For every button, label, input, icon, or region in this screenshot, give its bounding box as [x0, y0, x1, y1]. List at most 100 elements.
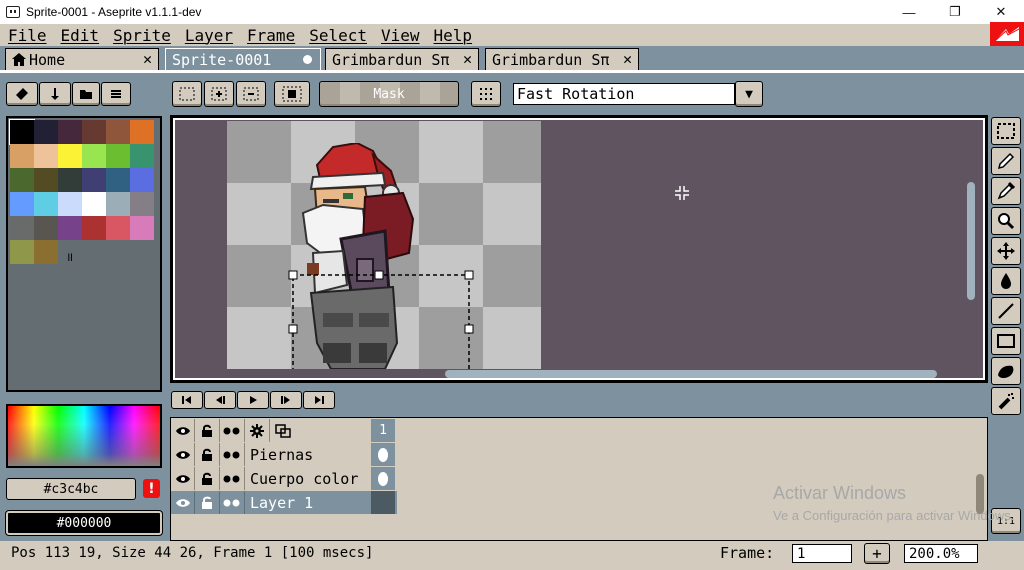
menu-view[interactable]: View	[381, 26, 420, 45]
selection-replace-button[interactable]	[172, 81, 202, 107]
palette-swatch[interactable]	[82, 144, 106, 168]
palette-swatch[interactable]	[106, 192, 130, 216]
palette-swatch[interactable]	[82, 192, 106, 216]
palette-swatch[interactable]	[34, 216, 58, 240]
palette-swatch[interactable]	[58, 168, 82, 192]
menu-select[interactable]: Select	[309, 26, 367, 45]
pivot-button[interactable]	[471, 81, 501, 107]
close-window-button[interactable]: ✕	[978, 0, 1024, 24]
palette-swatch[interactable]	[34, 168, 58, 192]
rotation-algorithm-select[interactable]: Fast Rotation	[513, 83, 735, 105]
eyedropper-tool[interactable]	[991, 177, 1021, 205]
line-tool[interactable]	[991, 297, 1021, 325]
maximize-button[interactable]: ❐	[932, 0, 978, 24]
continuous-icon[interactable]	[220, 443, 245, 466]
menu-edit[interactable]: Edit	[61, 26, 100, 45]
palette-swatch[interactable]	[106, 144, 130, 168]
palette-swatch[interactable]	[106, 168, 130, 192]
mask-color-button[interactable]: Mask	[319, 81, 459, 107]
cel[interactable]	[371, 443, 395, 466]
palette-swatch[interactable]	[82, 216, 106, 240]
padlock-icon[interactable]	[195, 443, 220, 466]
unlocked-padlock-icon[interactable]	[195, 491, 220, 514]
selection-subtract-button[interactable]	[236, 81, 266, 107]
palette-swatch[interactable]	[10, 216, 34, 240]
palette-swatch[interactable]	[130, 144, 154, 168]
sprite-editor[interactable]	[170, 115, 988, 383]
menu-sprite[interactable]: Sprite	[113, 26, 171, 45]
palette-swatch[interactable]	[82, 120, 106, 144]
palette-swatch[interactable]	[130, 216, 154, 240]
palette-swatch[interactable]	[58, 192, 82, 216]
foreground-color-button[interactable]: #c3c4bc	[6, 478, 136, 500]
tab-home[interactable]: Home ✕	[5, 48, 159, 70]
paint-bucket-tool[interactable]	[991, 267, 1021, 295]
palette-swatch[interactable]	[10, 192, 34, 216]
palette-resize-handle[interactable]: ॥	[66, 248, 73, 265]
zoom-tool[interactable]	[991, 207, 1021, 235]
zoom-input[interactable]: 200.0%	[904, 544, 978, 563]
eye-icon[interactable]	[171, 491, 195, 514]
color-spectrum[interactable]	[6, 404, 162, 468]
palette-sort-button[interactable]	[39, 82, 71, 106]
eye-icon[interactable]	[171, 467, 195, 490]
background-color-button[interactable]: #000000	[6, 511, 162, 535]
padlock-icon[interactable]	[195, 419, 220, 442]
transparent-color-button[interactable]	[274, 81, 310, 107]
horizontal-scrollbar[interactable]	[445, 370, 937, 378]
rotation-dropdown-button[interactable]: ▼	[735, 81, 763, 107]
layer-row-cuerpo-color[interactable]: Cuerpo color	[171, 467, 397, 490]
selection-add-button[interactable]	[204, 81, 234, 107]
palette-swatch[interactable]	[58, 216, 82, 240]
selection-marquee[interactable]	[287, 269, 477, 369]
pencil-tool[interactable]	[991, 147, 1021, 175]
sprite-canvas[interactable]	[227, 121, 541, 369]
vertical-scrollbar[interactable]	[967, 182, 975, 300]
first-frame-button[interactable]	[171, 391, 203, 409]
palette-swatch[interactable]	[82, 168, 106, 192]
minimize-button[interactable]: —	[886, 0, 932, 24]
next-frame-button[interactable]	[270, 391, 302, 409]
close-tab-icon[interactable]: ✕	[623, 50, 632, 68]
warning-icon[interactable]: !	[143, 479, 160, 498]
palette-swatch[interactable]	[106, 216, 130, 240]
palette-swatch[interactable]	[34, 120, 58, 144]
move-tool[interactable]	[991, 237, 1021, 265]
last-frame-button[interactable]	[303, 391, 335, 409]
eye-icon[interactable]	[171, 443, 195, 466]
padlock-icon[interactable]	[195, 467, 220, 490]
palette-edit-button[interactable]	[6, 82, 38, 106]
palette-swatch[interactable]	[130, 192, 154, 216]
palette-swatch[interactable]	[58, 144, 82, 168]
palette-swatch[interactable]	[34, 192, 58, 216]
continuous-icon[interactable]	[220, 419, 245, 442]
play-button[interactable]	[237, 391, 269, 409]
close-tab-icon[interactable]: ✕	[463, 50, 472, 68]
timeline-scrollbar[interactable]	[976, 474, 984, 514]
aseprite-logo[interactable]	[990, 22, 1024, 46]
palette-swatch[interactable]	[10, 144, 34, 168]
eye-icon[interactable]	[171, 419, 195, 442]
menu-layer[interactable]: Layer	[185, 26, 233, 45]
onion-skin-icon[interactable]	[270, 419, 295, 442]
tab-grimbardun-2[interactable]: Grimbardun Sπ ✕	[485, 48, 639, 70]
palette-swatch[interactable]	[9, 119, 35, 145]
continuous-icon[interactable]	[220, 467, 245, 490]
spray-tool[interactable]	[991, 387, 1021, 415]
frame-input[interactable]: 1	[792, 544, 852, 563]
palette-swatch[interactable]	[10, 240, 34, 264]
tab-grimbardun-1[interactable]: Grimbardun Sπ ✕	[325, 48, 479, 70]
contour-tool[interactable]	[991, 357, 1021, 385]
palette-options-button[interactable]	[101, 82, 131, 106]
palette-swatch[interactable]	[130, 168, 154, 192]
rectangular-marquee-tool[interactable]	[991, 117, 1021, 145]
previous-frame-button[interactable]	[204, 391, 236, 409]
cel[interactable]	[371, 467, 395, 490]
palette-swatch[interactable]	[106, 120, 130, 144]
palette-presets-button[interactable]	[72, 82, 100, 106]
layer-row-layer-1[interactable]: Layer 1	[171, 491, 397, 514]
gear-icon[interactable]	[245, 419, 270, 442]
rectangle-tool[interactable]	[991, 327, 1021, 355]
palette-swatch[interactable]	[34, 144, 58, 168]
menu-frame[interactable]: Frame	[247, 26, 295, 45]
